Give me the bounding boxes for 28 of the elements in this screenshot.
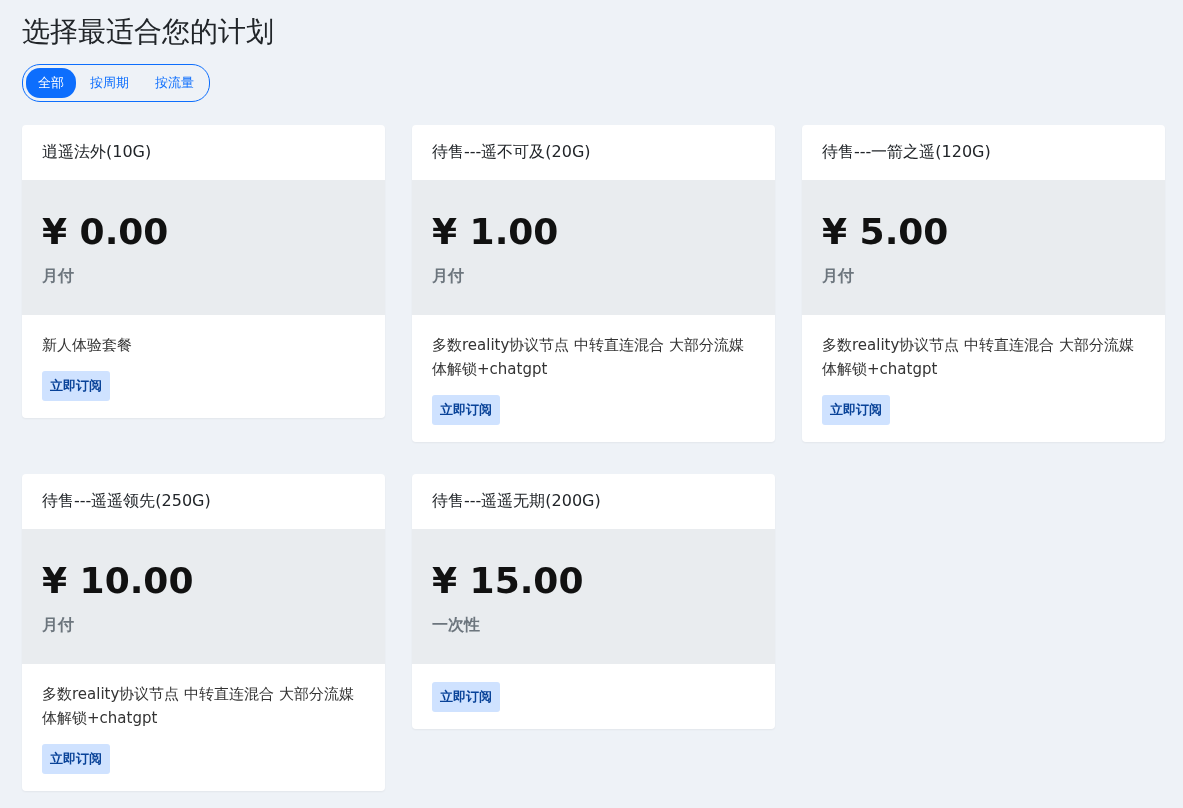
billing-period: 一次性	[432, 615, 481, 636]
plan-description: 多数reality协议节点 中转直连混合 大部分流媒体解锁+chatgpt	[822, 335, 1135, 380]
billing-period: 月付	[42, 615, 75, 636]
plan-price: ¥ 15.00	[432, 559, 585, 603]
plan-description: 新人体验套餐	[42, 335, 133, 356]
filter-tab[interactable]: 按流量	[143, 68, 206, 98]
plan-price: ¥ 5.00	[822, 210, 950, 254]
subscribe-button[interactable]: 立即订阅	[432, 395, 500, 425]
filter-tab[interactable]: 全部	[26, 68, 76, 98]
plan-price: ¥ 10.00	[42, 559, 195, 603]
filter-tab[interactable]: 按周期	[78, 68, 141, 98]
billing-period: 月付	[432, 266, 465, 287]
page-title: 选择最适合您的计划	[22, 14, 275, 50]
plan-description: 多数reality协议节点 中转直连混合 大部分流媒体解锁+chatgpt	[432, 335, 745, 380]
subscribe-button[interactable]: 立即订阅	[822, 395, 890, 425]
plan-description: 多数reality协议节点 中转直连混合 大部分流媒体解锁+chatgpt	[42, 684, 355, 729]
plan-name: 待售---一箭之遥(120G)	[822, 142, 991, 163]
subscribe-button[interactable]: 立即订阅	[42, 744, 110, 774]
billing-period: 月付	[822, 266, 855, 287]
plan-price: ¥ 1.00	[432, 210, 560, 254]
plan-name: 待售---遥遥无期(200G)	[432, 491, 601, 512]
subscribe-button[interactable]: 立即订阅	[42, 371, 110, 401]
subscribe-button[interactable]: 立即订阅	[432, 682, 500, 712]
plan-name: 待售---遥不可及(20G)	[432, 142, 591, 163]
plan-name: 逍遥法外(10G)	[42, 142, 152, 163]
billing-period: 月付	[42, 266, 75, 287]
plan-price: ¥ 0.00	[42, 210, 170, 254]
plan-name: 待售---遥遥领先(250G)	[42, 491, 211, 512]
